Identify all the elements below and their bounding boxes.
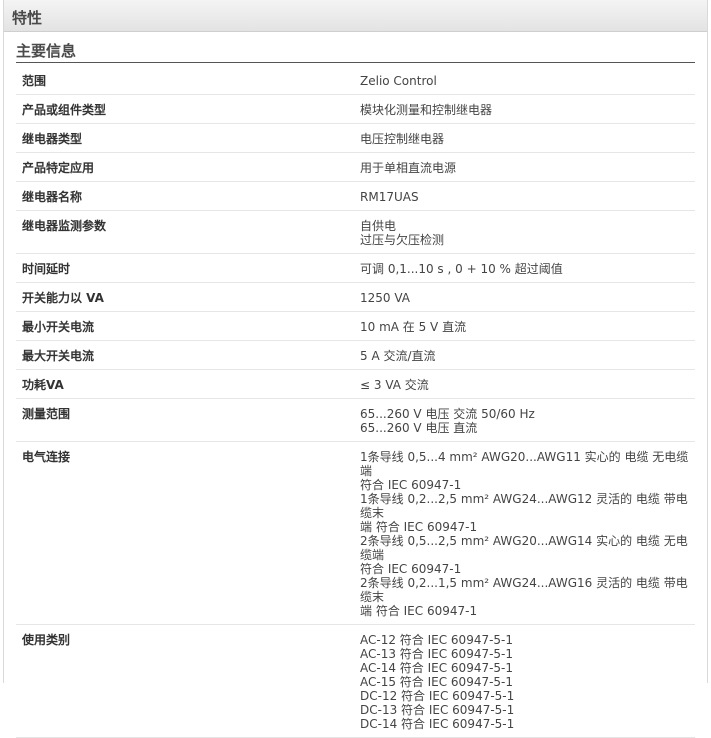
specs-table-body: 范围 Zelio Control 产品或组件类型 模块化测量和控制继电器 继电器… (16, 66, 695, 738)
row-value: 5 A 交流/直流 (354, 340, 695, 370)
row-value-text: ≤ 3 VA 交流 (360, 378, 429, 392)
table-row: 使用类别 AC-12 符合 IEC 60947-5-1 AC-13 符合 IEC… (16, 624, 695, 738)
row-value-text: 5 A 交流/直流 (360, 349, 436, 363)
row-value: AC-12 符合 IEC 60947-5-1 AC-13 符合 IEC 6094… (354, 624, 695, 738)
row-value-text: RM17UAS (360, 190, 419, 204)
table-row: 电气连接 1条导线 0,5...4 mm² AWG20...AWG11 实心的 … (16, 441, 695, 625)
table-row: 产品或组件类型 模块化测量和控制继电器 (16, 94, 695, 124)
row-value: 10 mA 在 5 V 直流 (354, 311, 695, 341)
row-label: 继电器名称 (16, 181, 354, 211)
characteristics-panel: 特性 主要信息 范围 Zelio Control 产品或组件类型 模块化测量和控… (3, 0, 708, 738)
row-label: 范围 (16, 66, 354, 95)
row-label: 最小开关电流 (16, 311, 354, 341)
row-value: ≤ 3 VA 交流 (354, 369, 695, 399)
row-value: Zelio Control (354, 66, 695, 95)
table-row: 时间延时 可调 0,1...10 s , 0 + 10 % 超过阈值 (16, 253, 695, 283)
row-label: 开关能力以 VA (16, 282, 354, 312)
row-value-text: 10 mA 在 5 V 直流 (360, 320, 467, 334)
row-label: 继电器监测参数 (16, 210, 354, 254)
section-title: 主要信息 (16, 40, 695, 63)
row-value: 1250 VA (354, 282, 695, 312)
row-value-text: 自供电 过压与欠压检测 (360, 219, 445, 247)
table-row: 产品特定应用 用于单相直流电源 (16, 152, 695, 182)
row-value: 自供电 过压与欠压检测 (354, 210, 695, 254)
table-row: 测量范围 65...260 V 电压 交流 50/60 Hz 65...260 … (16, 398, 695, 442)
row-value: 1条导线 0,5...4 mm² AWG20...AWG11 实心的 电缆 无电… (354, 441, 695, 625)
row-label: 产品或组件类型 (16, 94, 354, 124)
row-label: 时间延时 (16, 253, 354, 283)
row-label: 产品特定应用 (16, 152, 354, 182)
row-value: 用于单相直流电源 (354, 152, 695, 182)
row-value-text: 1条导线 0,5...4 mm² AWG20...AWG11 实心的 电缆 无电… (360, 450, 689, 618)
row-value-text: 用于单相直流电源 (360, 161, 457, 175)
table-row: 开关能力以 VA 1250 VA (16, 282, 695, 312)
row-label: 使用类别 (16, 624, 354, 738)
row-value: 电压控制继电器 (354, 123, 695, 153)
row-value-text: 1250 VA (360, 291, 411, 305)
row-value-text: 可调 0,1...10 s , 0 + 10 % 超过阈值 (360, 262, 563, 276)
row-label: 电气连接 (16, 441, 354, 625)
table-row: 功耗VA ≤ 3 VA 交流 (16, 369, 695, 399)
row-label: 最大开关电流 (16, 340, 354, 370)
row-value-text: AC-12 符合 IEC 60947-5-1 AC-13 符合 IEC 6094… (360, 633, 515, 731)
row-label: 测量范围 (16, 398, 354, 442)
panel-header: 特性 (4, 0, 707, 32)
row-value-text: 65...260 V 电压 交流 50/60 Hz 65...260 V 电压 … (360, 407, 535, 435)
row-value: 模块化测量和控制继电器 (354, 94, 695, 124)
row-value-text: 模块化测量和控制继电器 (360, 103, 493, 117)
table-row: 继电器监测参数 自供电 过压与欠压检测 (16, 210, 695, 254)
row-value: 可调 0,1...10 s , 0 + 10 % 超过阈值 (354, 253, 695, 283)
table-row: 范围 Zelio Control (16, 66, 695, 95)
specs-table: 范围 Zelio Control 产品或组件类型 模块化测量和控制继电器 继电器… (16, 66, 695, 738)
row-value-text: 电压控制继电器 (360, 132, 445, 146)
row-value: 65...260 V 电压 交流 50/60 Hz 65...260 V 电压 … (354, 398, 695, 442)
row-label: 功耗VA (16, 369, 354, 399)
table-row: 最大开关电流 5 A 交流/直流 (16, 340, 695, 370)
row-value-text: Zelio Control (360, 74, 437, 88)
row-value: RM17UAS (354, 181, 695, 211)
table-row: 继电器类型 电压控制继电器 (16, 123, 695, 153)
row-label: 继电器类型 (16, 123, 354, 153)
table-row: 继电器名称 RM17UAS (16, 181, 695, 211)
table-row: 最小开关电流 10 mA 在 5 V 直流 (16, 311, 695, 341)
